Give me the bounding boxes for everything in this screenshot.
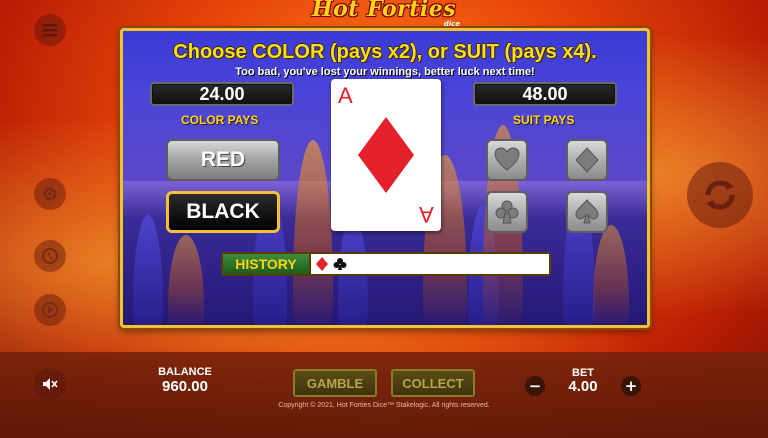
logo-sub: dice: [443, 20, 460, 28]
gamble-button[interactable]: GAMBLE: [293, 369, 377, 397]
menu-button[interactable]: [34, 14, 66, 46]
card-rank-top: A: [338, 83, 353, 108]
spin-button[interactable]: [687, 162, 753, 228]
suit-pays-value: 48.00: [473, 82, 617, 106]
copyright-text: Copyright © 2021, Hot Forties Dice™ Stak…: [278, 402, 490, 409]
balance-label: BALANCE: [158, 366, 212, 378]
card-rank-bottom: A: [419, 202, 434, 227]
bet-increase-button[interactable]: +: [621, 376, 641, 396]
diamond-icon: [358, 117, 414, 193]
history-label: HISTORY: [223, 254, 311, 274]
autoplay-icon: [42, 248, 58, 264]
game-logo: Hot Forties dice: [300, 0, 468, 28]
autoplay-button[interactable]: [34, 240, 66, 272]
color-pays-value: 24.00: [150, 82, 294, 106]
collect-button[interactable]: COLLECT: [391, 369, 475, 397]
history-track: [311, 254, 549, 274]
playing-card: A A: [331, 79, 441, 231]
history-bar: HISTORY: [221, 252, 551, 276]
logo-title: Hot Forties: [311, 0, 457, 22]
balance-value: 960.00: [162, 378, 208, 395]
history-club-icon: [333, 258, 347, 270]
suit-button-hearts[interactable]: [486, 139, 528, 181]
suit-button-clubs[interactable]: [486, 191, 528, 233]
result-message: Too bad, you've lost your winnings, bett…: [235, 66, 535, 78]
spade-icon: [575, 199, 599, 224]
color-pays-label: COLOR PAYS: [181, 113, 259, 127]
club-icon: [495, 200, 519, 224]
refresh-icon: [705, 180, 735, 210]
diamond-icon: [575, 147, 599, 173]
bet-value: 4.00: [568, 378, 598, 395]
turbo-button[interactable]: [34, 294, 66, 326]
gamble-instructions: Choose COLOR (pays x2), or SUIT (pays x4…: [173, 41, 597, 63]
suit-button-spades[interactable]: [566, 191, 608, 233]
suit-button-diamonds[interactable]: [566, 139, 608, 181]
bet-decrease-button[interactable]: −: [525, 376, 545, 396]
heart-icon: [494, 147, 520, 171]
speaker-muted-icon: [43, 378, 58, 390]
red-button[interactable]: RED: [166, 139, 280, 181]
hamburger-icon: [43, 24, 57, 37]
suit-pays-label: SUIT PAYS: [513, 113, 575, 127]
bottom-bar: [0, 352, 768, 438]
sound-button[interactable]: [34, 368, 66, 400]
gamble-panel: Choose COLOR (pays x2), or SUIT (pays x4…: [120, 28, 650, 328]
history-diamond-icon: [316, 257, 328, 271]
black-button[interactable]: BLACK: [166, 191, 280, 233]
settings-button[interactable]: [34, 178, 66, 210]
play-circle-icon: [42, 302, 58, 318]
gear-icon: [43, 187, 57, 201]
